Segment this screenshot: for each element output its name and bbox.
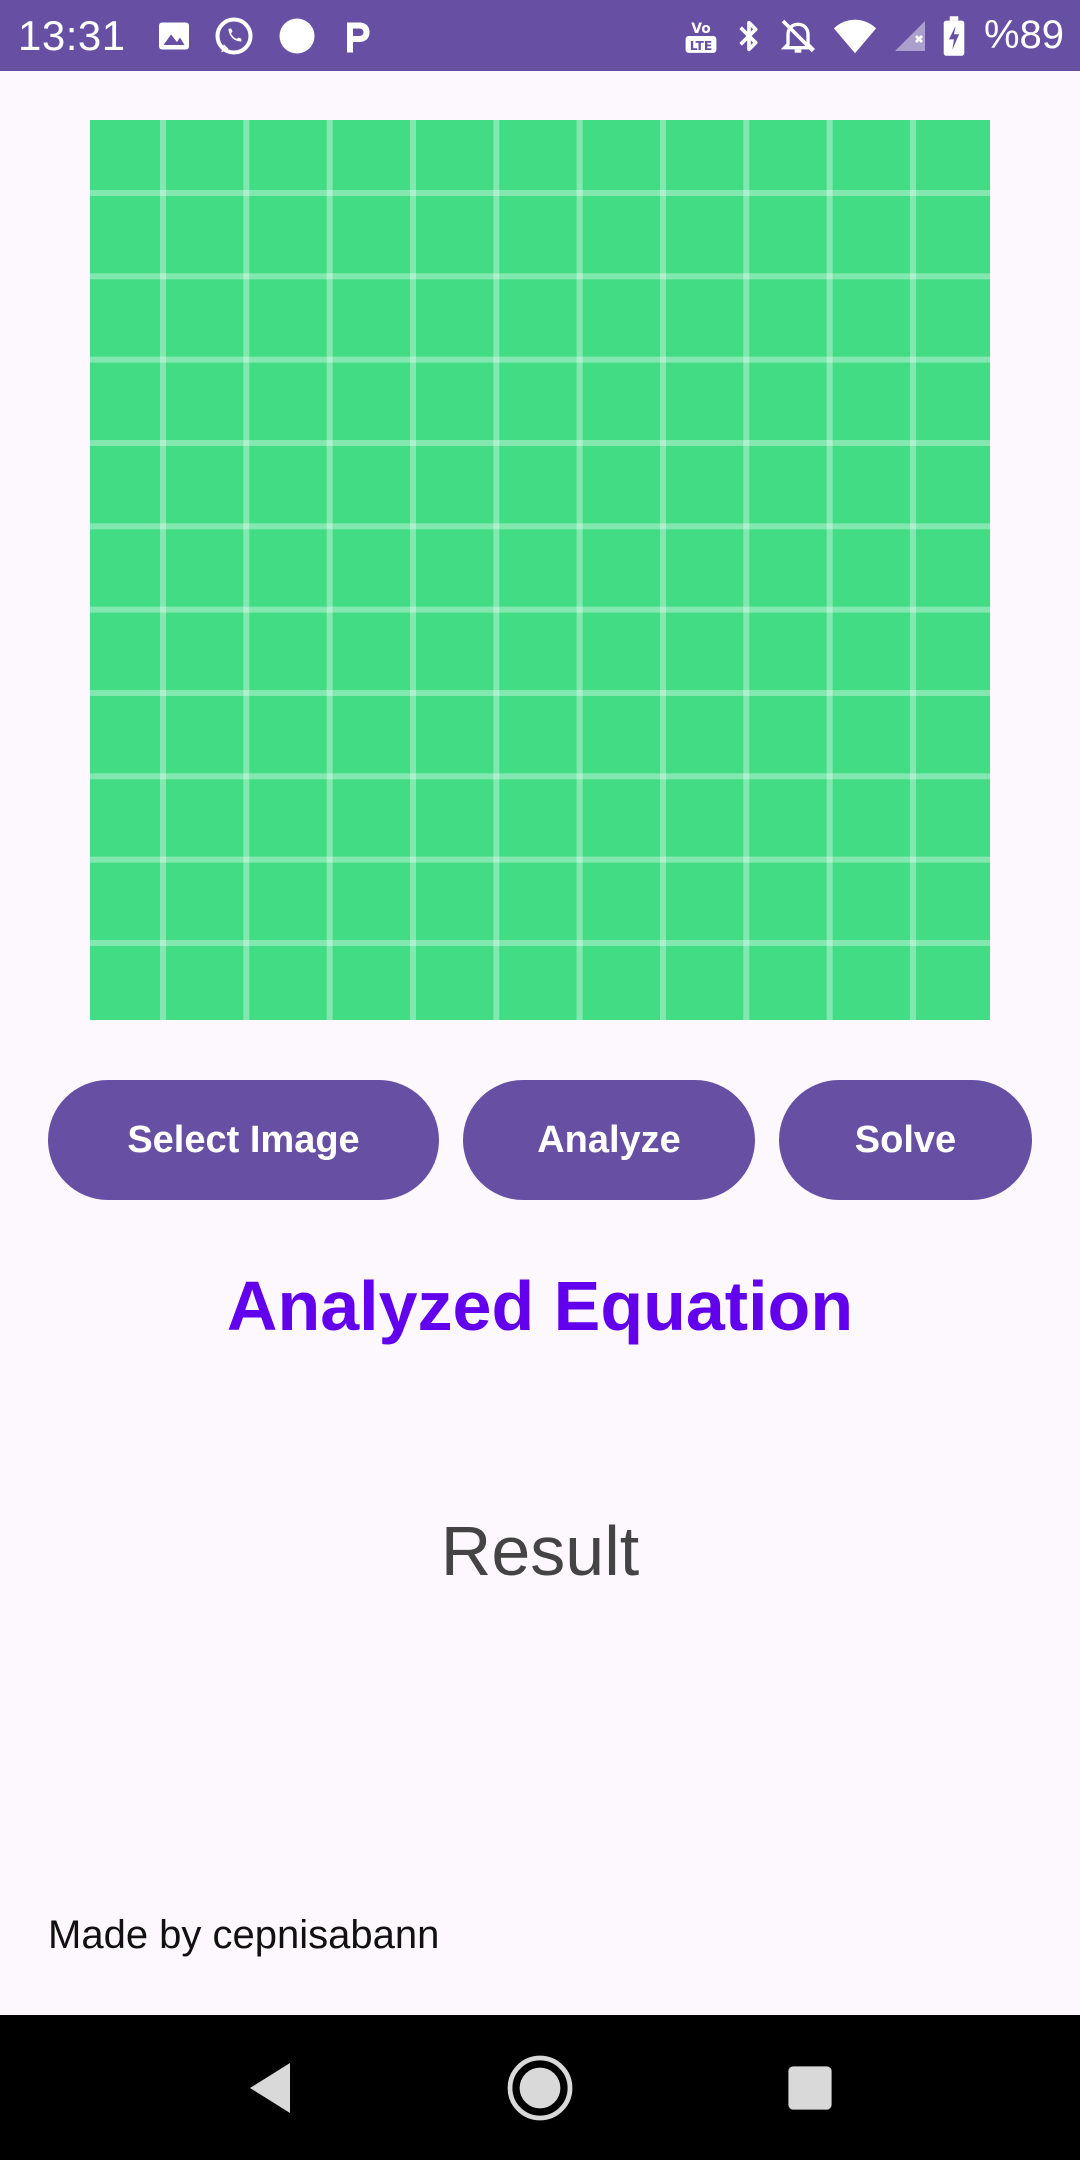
analyzed-equation-title: Analyzed Equation [226,1267,854,1345]
circle-notification-icon [276,15,318,57]
status-left: 13:31 [18,12,394,60]
result-text: Result [440,1512,640,1590]
status-time: 13:31 [18,11,126,59]
status-bar: 13:31 Vo LTE %89 [0,0,1080,71]
whatsapp-icon [212,14,256,58]
bluetooth-icon [734,16,764,56]
image-preview [90,120,990,1020]
navigation-bar [0,2015,1080,2160]
gallery-icon [156,18,192,54]
main-content: Select Image Analyze Solve Analyzed Equa… [0,71,1080,2015]
select-image-button[interactable]: Select Image [48,1080,439,1200]
battery-percent: %89 [983,13,1064,57]
svg-text:LTE: LTE [690,38,713,52]
home-icon[interactable] [500,2015,580,2160]
analyze-button[interactable]: Analyze [463,1080,755,1200]
battery-charging-icon [942,15,966,57]
signal-icon [892,18,928,54]
volte-icon: Vo LTE [682,16,720,56]
footer-credit: Made by cepnisabann [48,1913,440,1957]
wifi-icon [832,16,878,56]
svg-text:Vo: Vo [691,20,710,36]
recents-icon[interactable] [770,2015,850,2160]
p-app-icon [338,16,374,56]
solve-button[interactable]: Solve [779,1080,1032,1200]
back-icon[interactable] [230,2015,310,2160]
mute-icon [778,16,818,56]
status-right: Vo LTE %89 [682,13,1064,58]
